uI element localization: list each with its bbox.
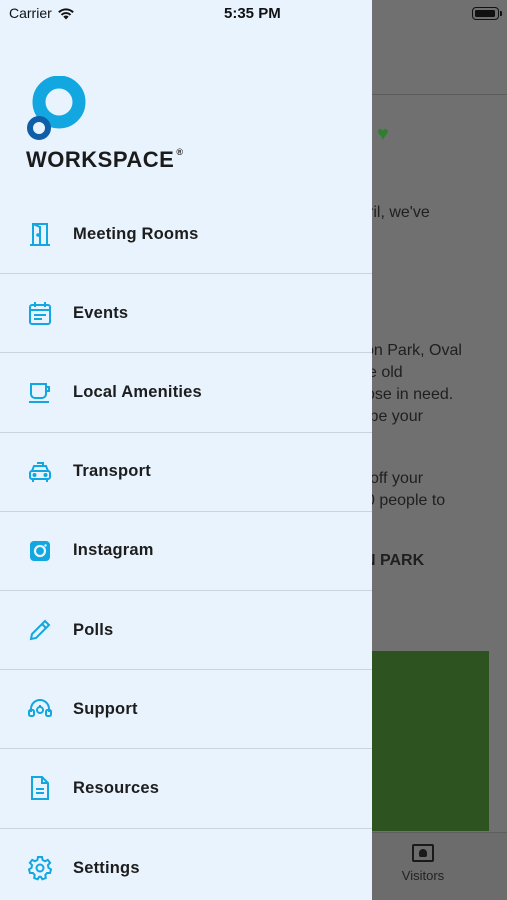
bg-text-line: ril, we've <box>372 204 430 221</box>
carrier-indicator: Carrier <box>9 5 75 21</box>
brand-name-text: WORKSPACE <box>26 147 175 172</box>
document-icon <box>26 774 54 802</box>
menu-item-events[interactable]: Events <box>0 274 372 354</box>
menu-item-label: Events <box>73 303 129 322</box>
menu-item-polls[interactable]: Polls <box>0 591 372 671</box>
wifi-icon <box>57 7 74 19</box>
gear-icon <box>26 854 54 882</box>
menu-item-label: Instagram <box>73 541 154 560</box>
green-heart-icon: ♥ <box>377 123 389 145</box>
side-drawer: WORKSPACE ® Meeting Rooms Events Local A… <box>0 0 372 900</box>
door-icon <box>26 220 54 248</box>
bg-text-line: off your <box>372 470 424 487</box>
bg-text-line: ose in need. <box>372 386 454 403</box>
pencil-icon <box>26 616 54 644</box>
menu-item-label: Resources <box>73 778 160 797</box>
logo-mark-icon <box>27 76 86 140</box>
menu-item-meeting-rooms[interactable]: Meeting Rooms <box>0 195 372 275</box>
bg-text-line: 0 people to <box>372 492 446 509</box>
tab-visitors-label: Visitors <box>401 868 445 883</box>
clock: 5:35 PM <box>224 5 281 22</box>
carrier-label: Carrier <box>9 5 52 21</box>
visitors-icon <box>412 844 434 862</box>
tab-visitors[interactable]: Visitors <box>396 844 450 883</box>
workspace-logo: WORKSPACE ® <box>26 76 206 176</box>
menu-item-label: Support <box>73 699 138 718</box>
bg-text-line: ipe your <box>372 408 423 425</box>
menu-item-settings[interactable]: Settings <box>0 829 372 900</box>
status-bar: Carrier 5:35 PM <box>0 0 507 28</box>
menu-item-label: Settings <box>73 858 140 877</box>
taxi-icon <box>26 458 54 486</box>
menu-item-label: Polls <box>73 620 114 639</box>
menu-item-resources[interactable]: Resources <box>0 749 372 829</box>
menu-item-label: Transport <box>73 462 151 481</box>
bg-image <box>372 651 489 831</box>
dimmed-background-content[interactable]: ♥ ril, we've on Park, Oval e old ose in … <box>372 0 507 900</box>
bg-heading: N PARK <box>372 552 425 569</box>
battery-icon <box>472 7 499 20</box>
support-headset-icon <box>26 695 54 723</box>
menu-item-support[interactable]: Support <box>0 670 372 750</box>
menu-item-label: Local Amenities <box>73 382 202 401</box>
instagram-icon <box>26 537 54 565</box>
nav-bar-divider <box>372 94 507 95</box>
brand-name: WORKSPACE ® <box>26 147 183 173</box>
menu-item-transport[interactable]: Transport <box>0 433 372 512</box>
calendar-icon <box>26 299 54 327</box>
coffee-cup-icon <box>26 378 54 406</box>
registered-mark: ® <box>176 147 184 157</box>
menu-item-instagram[interactable]: Instagram <box>0 512 372 591</box>
bg-text-line: on Park, Oval <box>372 342 462 359</box>
menu-item-local-amenities[interactable]: Local Amenities <box>0 353 372 433</box>
battery-nub <box>500 11 502 16</box>
drawer-menu: Meeting Rooms Events Local Amenities Tra… <box>0 195 372 900</box>
bg-text-line: e old <box>372 364 403 381</box>
menu-item-label: Meeting Rooms <box>73 224 199 243</box>
